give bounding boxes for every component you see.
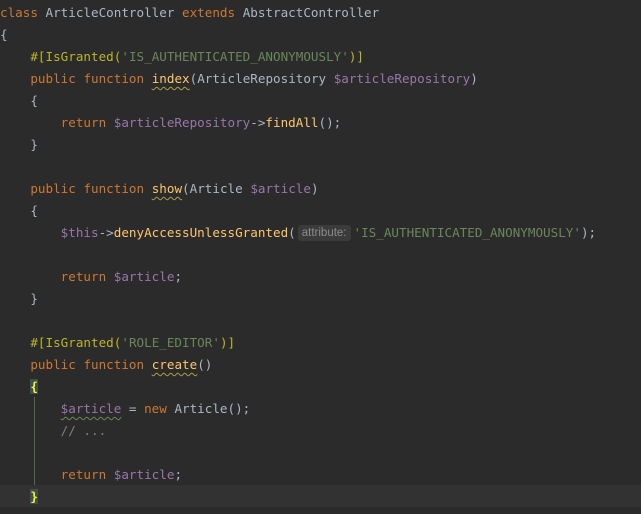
method-name-show: show (151, 181, 183, 196)
code-line[interactable] (0, 156, 641, 178)
paren: ) (310, 181, 319, 196)
variable: $article (60, 401, 122, 416)
method-call: denyAccessUnlessGranted (113, 225, 289, 240)
keyword: public (30, 71, 76, 86)
brace: { (30, 203, 38, 218)
keyword: public (30, 181, 76, 196)
code-editor[interactable]: class ArticleController extends Abstract… (0, 0, 641, 514)
method-call: findAll (265, 115, 319, 130)
matched-open-brace: { (30, 379, 38, 394)
class-name: ArticleController (45, 5, 175, 20)
attribute-open: #[ (30, 49, 46, 64)
attribute-name: IsGranted (45, 49, 114, 64)
code-line[interactable]: } (0, 288, 641, 310)
parent-class-name: AbstractController (242, 5, 380, 20)
assign-operator: = (121, 401, 145, 416)
attribute-name: IsGranted (45, 335, 114, 350)
keyword: new (144, 401, 167, 416)
paren: ( (288, 225, 296, 240)
method-name-create: create (151, 357, 198, 372)
keyword: public (30, 357, 76, 372)
brace: { (0, 27, 8, 42)
code-line[interactable]: public function create() (0, 354, 641, 376)
method-name-index: index (151, 71, 190, 86)
call-tail: (); (227, 401, 251, 416)
code-line[interactable]: { (0, 24, 641, 46)
code-line[interactable] (0, 244, 641, 266)
brace: { (30, 93, 38, 108)
code-line[interactable]: return $article; (0, 266, 641, 288)
paren: ( (182, 181, 190, 196)
code-line[interactable]: class ArticleController extends Abstract… (0, 2, 641, 24)
keyword: extends (182, 5, 236, 20)
matched-close-brace: } (30, 489, 38, 504)
keyword: class (0, 5, 38, 20)
call-tail: (); (318, 115, 342, 130)
variable: $article (113, 467, 175, 482)
param-type: Article (189, 181, 243, 196)
code-line[interactable]: } (0, 486, 641, 508)
code-line[interactable] (0, 442, 641, 464)
code-line[interactable] (0, 310, 641, 332)
attribute-close: )] (348, 49, 364, 64)
string-literal: 'IS_AUTHENTICATED_ANONYMOUSLY' (353, 225, 581, 240)
code-line[interactable]: } (0, 134, 641, 156)
parameter-hint: attribute: (297, 225, 351, 241)
keyword: function (83, 71, 145, 86)
code-line[interactable]: { (0, 90, 641, 112)
attribute-close: )] (219, 335, 236, 350)
attribute-open: #[ (30, 335, 46, 350)
code-line[interactable]: $article = new Article(); (0, 398, 641, 420)
keyword: function (83, 181, 145, 196)
comment: // ... (60, 423, 107, 438)
code-line[interactable]: { (0, 200, 641, 222)
this-variable: $this (60, 225, 99, 240)
brace: } (30, 137, 38, 152)
param-type: ArticleRepository (197, 71, 327, 86)
keyword: function (83, 357, 145, 372)
string-literal: 'ROLE_EDITOR' (121, 335, 220, 350)
code-line[interactable]: // ... (0, 420, 641, 442)
brace: } (30, 291, 38, 306)
call-tail: ); (580, 225, 597, 240)
keyword: return (60, 269, 107, 284)
code-line[interactable]: public function show(Article $article) (0, 178, 641, 200)
code-line[interactable]: return $articleRepository->findAll(); (0, 112, 641, 134)
arrow-operator: -> (98, 225, 114, 240)
variable: $article (113, 269, 175, 284)
keyword: return (60, 115, 107, 130)
class-name: Article (174, 401, 228, 416)
code-line[interactable]: #[IsGranted('IS_AUTHENTICATED_ANONYMOUSL… (0, 46, 641, 68)
param-variable: $articleRepository (333, 71, 471, 86)
semicolon: ; (174, 269, 183, 284)
param-variable: $article (250, 181, 311, 196)
keyword: return (60, 467, 107, 482)
code-line[interactable]: { (0, 376, 641, 398)
code-line[interactable]: return $article; (0, 464, 641, 486)
code-line[interactable]: public function index(ArticleRepository … (0, 68, 641, 90)
variable: $articleRepository (113, 115, 251, 130)
parens: () (197, 357, 213, 372)
string-literal: 'IS_AUTHENTICATED_ANONYMOUSLY' (121, 49, 349, 64)
code-line[interactable]: #[IsGranted('ROLE_EDITOR')] (0, 332, 641, 354)
semicolon: ; (174, 467, 183, 482)
arrow-operator: -> (250, 115, 266, 130)
code-line[interactable]: $this->denyAccessUnlessGranted(attribute… (0, 222, 641, 244)
paren: ) (470, 71, 478, 86)
